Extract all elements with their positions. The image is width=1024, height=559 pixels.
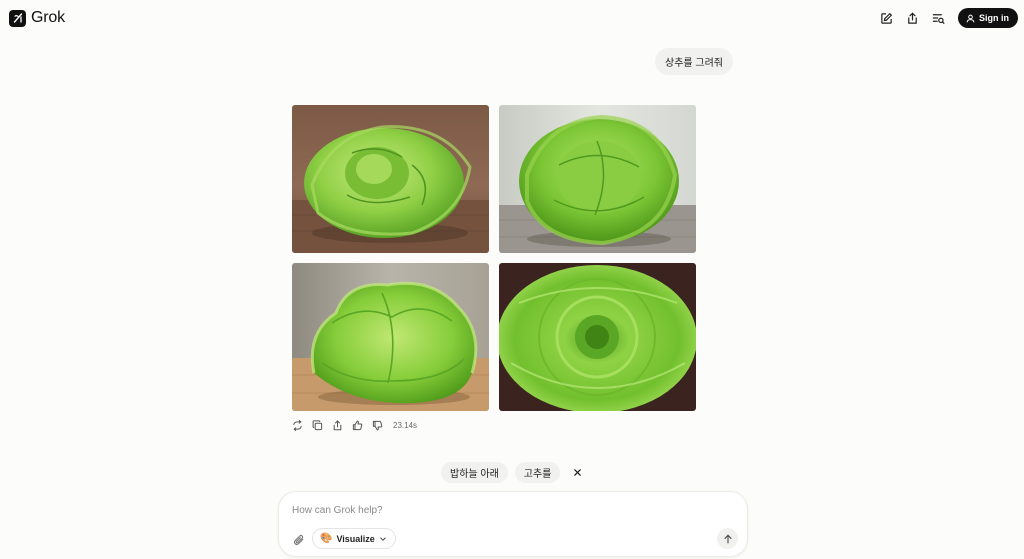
- regenerate-icon[interactable]: [291, 419, 304, 432]
- generated-images: [292, 105, 696, 411]
- generated-image-4[interactable]: [499, 263, 696, 411]
- generated-image-1[interactable]: [292, 105, 489, 253]
- suggestion-label: 고추를: [523, 469, 552, 480]
- user-message-text: 상추를 그려줘: [665, 58, 723, 69]
- share-icon[interactable]: [331, 419, 344, 432]
- paperclip-icon[interactable]: [291, 532, 307, 548]
- composer: 🎨 Visualize: [278, 491, 748, 557]
- app-name: Grok: [31, 9, 65, 26]
- visualize-label: Visualize: [336, 533, 375, 544]
- share-icon[interactable]: [904, 10, 920, 26]
- visualize-mode-button[interactable]: 🎨 Visualize: [312, 528, 396, 549]
- copy-icon[interactable]: [311, 419, 324, 432]
- thumbs-up-icon[interactable]: [351, 419, 364, 432]
- history-search-icon[interactable]: [930, 10, 946, 26]
- top-actions: Sign in: [878, 8, 1018, 28]
- sign-in-button[interactable]: Sign in: [958, 8, 1018, 28]
- suggestion-label: 밥하늘 아래: [450, 469, 499, 480]
- brand[interactable]: Grok: [9, 9, 65, 27]
- grok-logo-icon: [9, 9, 26, 27]
- edit-icon[interactable]: [878, 10, 894, 26]
- chevron-down-icon: [380, 537, 386, 541]
- send-button[interactable]: [717, 528, 738, 549]
- generated-image-2[interactable]: [499, 105, 696, 253]
- arrow-up-icon: [723, 533, 732, 543]
- close-icon[interactable]: [567, 463, 587, 483]
- top-bar: Grok Sign in: [0, 0, 1024, 36]
- user-icon: [966, 14, 975, 22]
- thumbs-down-icon[interactable]: [371, 419, 384, 432]
- response-time: 23.14s: [393, 421, 418, 430]
- prompt-input[interactable]: [292, 505, 692, 516]
- message-actions: 23.14s: [291, 419, 417, 432]
- generated-image-3[interactable]: [292, 263, 489, 411]
- user-message-bubble: 상추를 그려줘: [655, 48, 733, 75]
- sign-in-label: Sign in: [979, 13, 1009, 23]
- suggestion-chip[interactable]: 고추를: [514, 462, 561, 483]
- suggestion-chips: 밥하늘 아래 고추를: [441, 462, 587, 483]
- palette-icon: 🎨: [320, 533, 333, 544]
- suggestion-chip[interactable]: 밥하늘 아래: [441, 462, 508, 483]
